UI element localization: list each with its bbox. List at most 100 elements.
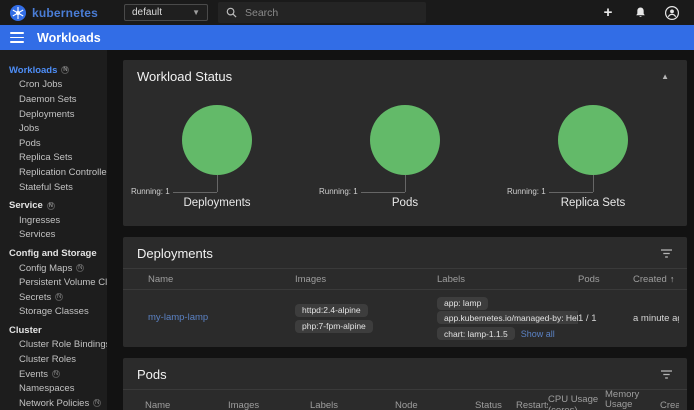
deployment-name-link[interactable]: my-lamp-lamp [148, 312, 208, 323]
create-resource-button[interactable]: + [600, 5, 616, 21]
deployments-table-header: Name Images Labels Pods Created↑ [123, 268, 687, 290]
sidebar-item-cron-jobs[interactable]: Cron Jobs [0, 78, 107, 93]
sidebar-section-config-and-storage: Config and Storage [0, 246, 107, 261]
column-header-labels: Labels [310, 400, 395, 410]
filter-icon[interactable] [660, 248, 673, 259]
workload-status-title: Workload Status [137, 69, 232, 84]
pods-table-header: Name Images Labels Node Status Restarts … [123, 389, 687, 410]
namespace-value: default [132, 7, 162, 18]
page-title: Workloads [37, 31, 101, 45]
sidebar-item-stateful-sets[interactable]: Stateful Sets [0, 180, 107, 195]
column-header-images: Images [228, 400, 310, 410]
top-app-bar: kubernetes default ▼ + [0, 0, 694, 25]
namespaced-badge-icon: N [52, 370, 60, 378]
kubernetes-logo-brand[interactable]: kubernetes [10, 5, 110, 21]
sidebar-item-service[interactable]: Service N [0, 198, 107, 213]
sidebar-item-secrets[interactable]: Secrets N [0, 290, 107, 305]
collapse-card-button[interactable]: ▲ [657, 72, 673, 81]
sidebar-item-replication-controllers[interactable]: Replication Controllers [0, 165, 107, 180]
sidebar-item-cluster-roles[interactable]: Cluster Roles [0, 352, 107, 367]
created-timestamp: a minute ago [633, 313, 679, 324]
workload-status-charts: Running: 1 Deployments Running: 1 Pods R… [123, 105, 687, 217]
pie-legend: Running: 1 [319, 187, 358, 196]
pie-chart-title: Deployments [123, 197, 311, 209]
sidebar-item-config-maps[interactable]: Config Maps N [0, 261, 107, 276]
sidebar-item-namespaces[interactable]: Namespaces [0, 381, 107, 396]
namespaced-badge-icon: N [76, 264, 84, 272]
page-toolbar: Workloads [0, 25, 694, 50]
pie-slice-running [558, 105, 628, 175]
chevron-down-icon: ▼ [192, 8, 200, 17]
sidebar-item-workloads[interactable]: Workloads N [0, 63, 107, 78]
menu-hamburger-icon[interactable] [10, 32, 24, 42]
column-header-node: Node [395, 400, 475, 410]
namespaced-badge-icon: N [55, 293, 63, 301]
label-chip: app: lamp [437, 297, 488, 310]
pie-slice-running [182, 105, 252, 175]
sidebar-item-daemon-sets[interactable]: Daemon Sets [0, 92, 107, 107]
sidebar-item-deployments[interactable]: Deployments [0, 107, 107, 122]
topbar-actions: + [600, 5, 684, 21]
pie-chart-title: Pods [311, 197, 499, 209]
column-header-created[interactable]: Created↑ [660, 400, 679, 410]
column-header-name[interactable]: Name [145, 400, 228, 410]
workload-status-card: Workload Status ▲ Running: 1 Deployments… [123, 60, 687, 226]
deployments-pie-chart: Running: 1 Deployments [123, 105, 311, 217]
sidebar-item-services[interactable]: Services [0, 228, 107, 243]
kubernetes-dashboard: kubernetes default ▼ + [0, 0, 694, 410]
column-header-cpu-usage: CPU Usage (cores) [548, 395, 605, 410]
pods-pie-chart: Running: 1 Pods [311, 105, 499, 217]
replica-sets-pie-chart: Running: 1 Replica Sets [499, 105, 687, 217]
main-content: Workload Status ▲ Running: 1 Deployments… [107, 50, 694, 410]
plus-icon: + [604, 6, 613, 20]
pods-title: Pods [137, 367, 167, 382]
namespace-selector[interactable]: default ▼ [124, 4, 208, 21]
image-chip: httpd:2.4-alpine [295, 304, 368, 317]
sidebar-section-cluster: Cluster [0, 323, 107, 338]
user-profile-button[interactable] [664, 5, 680, 21]
sidebar-item-persistent-volume-claims[interactable]: Persistent Volume Claims N [0, 275, 107, 290]
column-header-images: Images [295, 274, 437, 285]
deployments-card: Deployments Name Images Labels Pods [123, 237, 687, 347]
sidebar-item-pods[interactable]: Pods [0, 136, 107, 151]
pie-slice-running [370, 105, 440, 175]
sidebar-item-replica-sets[interactable]: Replica Sets [0, 151, 107, 166]
user-icon [665, 6, 679, 20]
pods-count-cell: 1 / 1 [578, 313, 633, 324]
column-header-labels: Labels [437, 274, 578, 285]
sidebar-item-network-policies[interactable]: Network Policies N [0, 396, 107, 410]
sidebar-item-ingresses[interactable]: Ingresses [0, 213, 107, 228]
sidebar-item-storage-classes[interactable]: Storage Classes [0, 305, 107, 320]
bell-icon [634, 6, 647, 19]
search-icon [226, 7, 237, 18]
filter-icon[interactable] [660, 369, 673, 380]
pie-legend: Running: 1 [507, 187, 546, 196]
pie-chart-title: Replica Sets [499, 197, 687, 209]
pie-legend: Running: 1 [131, 187, 170, 196]
sidebar-item-events[interactable]: Events N [0, 367, 107, 382]
column-header-status: Status [475, 400, 516, 410]
search-bar [218, 2, 426, 23]
table-row: my-lamp-lamp httpd:2.4-alpine php:7-fpm-… [123, 290, 687, 347]
label-chip: app.kubernetes.io/managed-by: Helm [437, 311, 578, 324]
labels-cell: app: lamp app.kubernetes.io/managed-by: … [437, 295, 578, 342]
namespaced-badge-icon: N [47, 202, 55, 210]
column-header-created[interactable]: Created↑ [633, 274, 679, 285]
namespaced-badge-icon: N [93, 399, 101, 407]
namespaced-badge-icon: N [61, 66, 69, 74]
column-header-memory-usage: Memory Usage (bytes) [605, 390, 660, 410]
pods-card: Pods Name Images Labels Node [123, 358, 687, 410]
kubernetes-logo-icon [10, 5, 26, 21]
deployments-title: Deployments [137, 246, 213, 261]
notifications-button[interactable] [632, 5, 648, 21]
sidebar-nav: Workloads N Cron Jobs Daemon Sets Deploy… [0, 50, 107, 410]
column-header-name[interactable]: Name [148, 274, 295, 285]
brand-text: kubernetes [32, 6, 98, 20]
search-input[interactable] [245, 7, 395, 19]
column-header-pods: Pods [578, 274, 633, 285]
show-all-link[interactable]: Show all [521, 329, 555, 339]
image-chip: php:7-fpm-alpine [295, 320, 373, 333]
column-header-restarts: Restarts [516, 400, 548, 410]
sidebar-item-cluster-role-bindings[interactable]: Cluster Role Bindings [0, 338, 107, 353]
sidebar-item-jobs[interactable]: Jobs [0, 121, 107, 136]
